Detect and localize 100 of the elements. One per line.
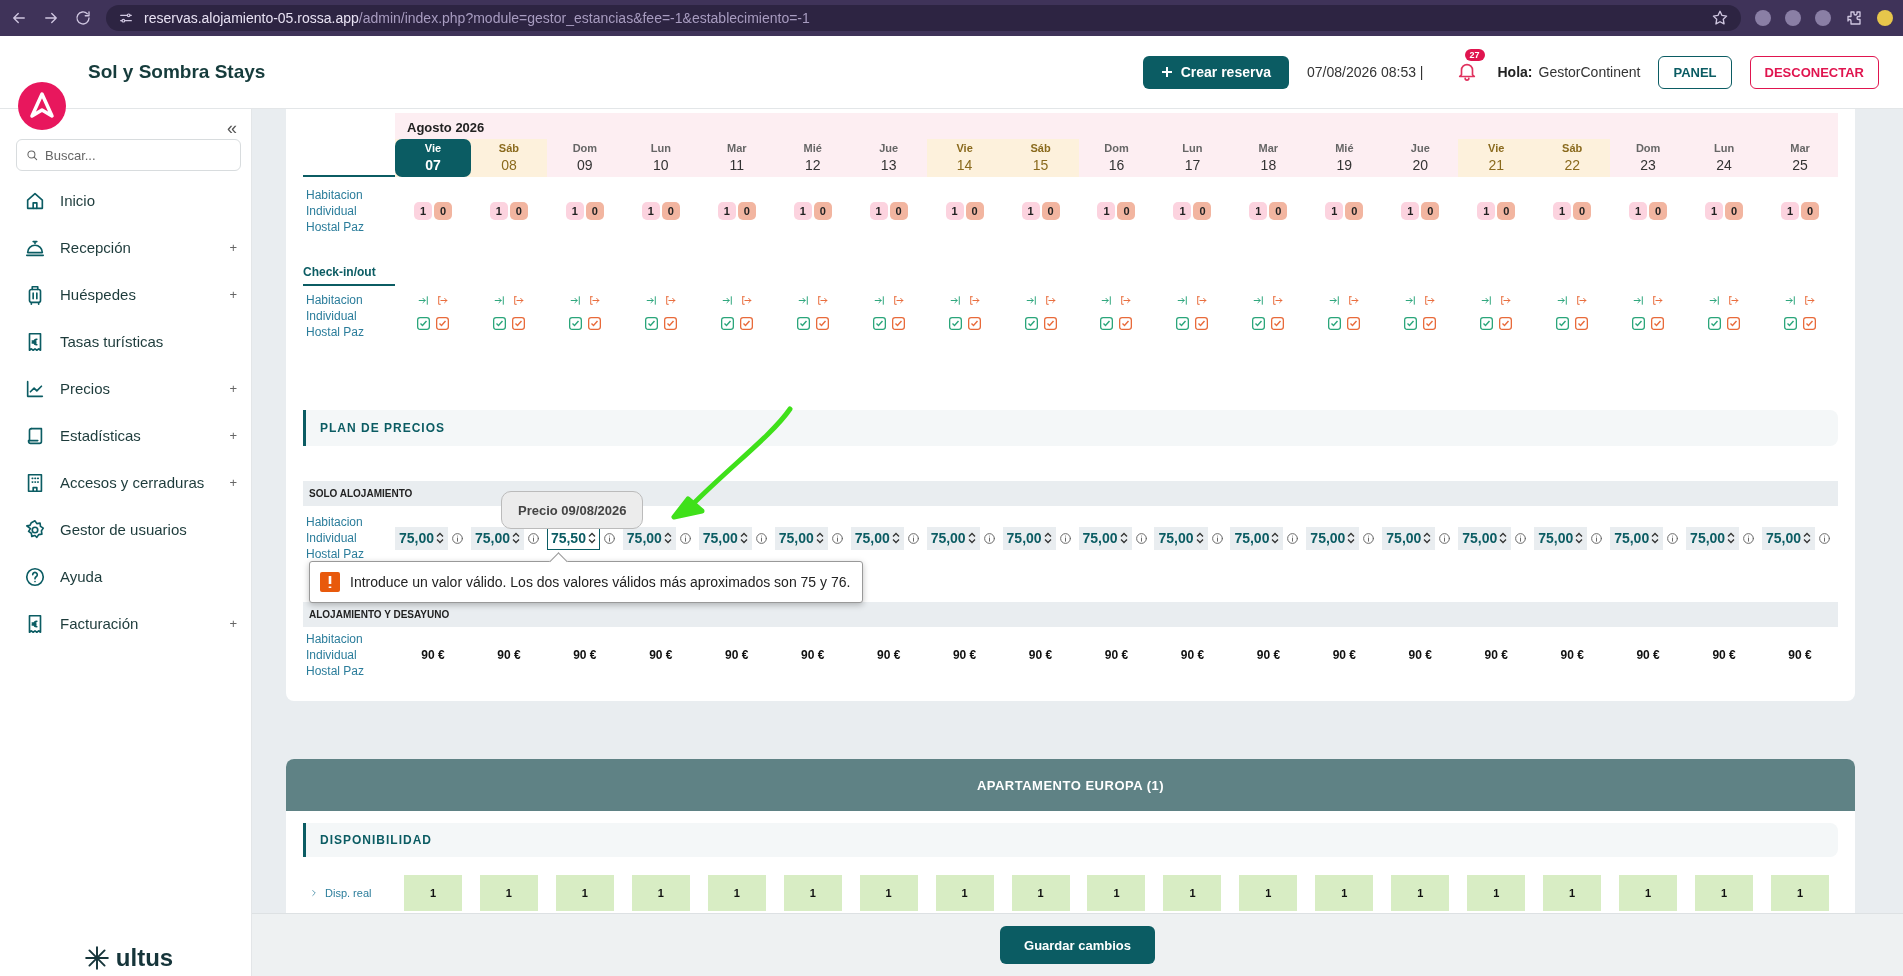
up-down-caret-icon[interactable] — [1651, 532, 1660, 544]
checkout-checkbox[interactable] — [663, 317, 677, 330]
price-field[interactable]: 75,00 — [1230, 526, 1284, 550]
checkout-checkbox[interactable] — [1575, 317, 1589, 330]
checkin-checkbox[interactable] — [1252, 317, 1266, 330]
price-field[interactable]: 75,00 — [1002, 526, 1056, 550]
up-down-caret-icon[interactable] — [512, 532, 520, 544]
extension-icon[interactable] — [1755, 10, 1771, 26]
extension-icon[interactable] — [1815, 10, 1831, 26]
price-field[interactable]: 75,00 — [470, 526, 524, 550]
up-down-caret-icon[interactable] — [663, 532, 672, 544]
checkout-checkbox[interactable] — [511, 317, 525, 330]
day-header[interactable]: Sáb 08 — [470, 139, 547, 177]
day-header[interactable]: Mié 12 — [774, 139, 851, 177]
up-down-caret-icon[interactable] — [1271, 532, 1280, 544]
day-header[interactable]: Lun 17 — [1154, 139, 1231, 177]
price-field[interactable]: 75,00 — [1534, 526, 1588, 550]
day-header[interactable]: Sáb 22 — [1534, 139, 1611, 177]
expand-toggle[interactable]: + — [229, 428, 241, 443]
day-header[interactable]: Dom 09 — [546, 139, 623, 177]
save-changes-button[interactable]: Guardar cambios — [1000, 926, 1155, 964]
up-down-caret-icon[interactable] — [739, 532, 748, 544]
checkin-checkbox[interactable] — [1100, 317, 1114, 330]
sidebar-item[interactable]: Recepción + — [16, 224, 241, 271]
up-down-caret-icon[interactable] — [1119, 532, 1128, 544]
expand-toggle[interactable]: + — [229, 616, 241, 631]
up-down-caret-icon[interactable] — [1727, 532, 1736, 544]
checkout-checkbox[interactable] — [1499, 317, 1513, 330]
expand-toggle[interactable]: + — [229, 287, 241, 302]
price-field[interactable]: 75,00 — [1306, 526, 1360, 550]
checkout-checkbox[interactable] — [1347, 317, 1361, 330]
checkout-checkbox[interactable] — [1043, 317, 1057, 330]
day-header[interactable]: Dom 16 — [1078, 139, 1155, 177]
search-field[interactable]: Buscar... — [16, 139, 241, 171]
sidebar-item[interactable]: Gestor de usuarios — [16, 506, 241, 553]
sidebar-item[interactable]: Facturación + — [16, 600, 241, 647]
checkin-checkbox[interactable] — [1708, 317, 1722, 330]
sidebar-item[interactable]: Inicio — [16, 177, 241, 224]
price-field[interactable]: 75,00 — [1382, 526, 1436, 550]
checkin-checkbox[interactable] — [1404, 317, 1418, 330]
checkin-checkbox[interactable] — [1024, 317, 1038, 330]
up-down-caret-icon[interactable] — [891, 532, 900, 544]
sidebar-item[interactable]: Estadísticas + — [16, 412, 241, 459]
checkout-checkbox[interactable] — [1423, 317, 1437, 330]
checkout-checkbox[interactable] — [815, 317, 829, 330]
price-field[interactable]: 75,00 — [698, 526, 752, 550]
checkin-checkbox[interactable] — [1480, 317, 1494, 330]
checkout-checkbox[interactable] — [1651, 317, 1665, 330]
up-down-caret-icon[interactable] — [1499, 532, 1508, 544]
checkin-checkbox[interactable] — [1784, 317, 1797, 330]
checkin-checkbox[interactable] — [568, 317, 582, 330]
up-down-caret-icon[interactable] — [967, 532, 976, 544]
panel-button[interactable]: PANEL — [1658, 55, 1732, 89]
day-header[interactable]: Mar 11 — [698, 139, 775, 177]
checkout-checkbox[interactable] — [1271, 317, 1285, 330]
expand-toggle[interactable]: + — [229, 240, 241, 255]
up-down-caret-icon[interactable] — [1575, 532, 1584, 544]
checkin-checkbox[interactable] — [948, 317, 962, 330]
expand-toggle[interactable]: + — [229, 381, 241, 396]
sidebar-item[interactable]: Precios + — [16, 365, 241, 412]
checkout-checkbox[interactable] — [587, 317, 601, 330]
day-header[interactable]: Vie 14 — [926, 139, 1003, 177]
price-field[interactable]: 75,00 — [395, 526, 449, 550]
checkout-checkbox[interactable] — [967, 317, 981, 330]
price-field[interactable]: 75,00 — [1686, 526, 1740, 550]
checkin-checkbox[interactable] — [720, 317, 734, 330]
up-down-caret-icon[interactable] — [1803, 532, 1812, 544]
checkin-checkbox[interactable] — [492, 317, 506, 330]
checkout-checkbox[interactable] — [435, 317, 449, 330]
price-field[interactable]: 75,00 — [1762, 526, 1816, 550]
address-bar[interactable]: reservas.alojamiento-05.rossa.app/admin/index.php?module=gestor_estancias&fee=-1&establecimiento=-1 — [106, 5, 1741, 31]
price-field[interactable]: 75,00 — [850, 526, 904, 550]
day-header[interactable]: Mar 25 — [1762, 139, 1838, 177]
day-header[interactable]: Sáb 15 — [1002, 139, 1079, 177]
sidebar-item[interactable]: Huéspedes + — [16, 271, 241, 318]
checkout-checkbox[interactable] — [1803, 317, 1816, 330]
up-down-caret-icon[interactable] — [1195, 532, 1204, 544]
profile-avatar[interactable] — [1877, 10, 1893, 26]
sidebar-item[interactable]: Tasas turísticas — [16, 318, 241, 365]
extension-icon[interactable] — [1785, 10, 1801, 26]
day-header[interactable]: Vie 21 — [1458, 139, 1535, 177]
price-field[interactable]: 75,00 — [1610, 526, 1664, 550]
checkout-checkbox[interactable] — [891, 317, 905, 330]
price-field[interactable]: 75,00 — [1078, 526, 1132, 550]
checkin-checkbox[interactable] — [1328, 317, 1342, 330]
price-field[interactable]: 75,00 — [1154, 526, 1208, 550]
day-header[interactable]: Mar 18 — [1230, 139, 1307, 177]
up-down-caret-icon[interactable] — [1423, 532, 1432, 544]
up-down-caret-icon[interactable] — [1043, 532, 1052, 544]
checkin-checkbox[interactable] — [796, 317, 810, 330]
day-header[interactable]: Mié 19 — [1306, 139, 1383, 177]
logout-button[interactable]: DESCONECTAR — [1749, 55, 1879, 89]
checkin-checkbox[interactable] — [1632, 317, 1646, 330]
checkout-checkbox[interactable] — [1195, 317, 1209, 330]
day-header[interactable]: Dom 23 — [1610, 139, 1687, 177]
sidebar-item[interactable]: Accesos y cerraduras + — [16, 459, 241, 506]
price-field[interactable]: 75,00 — [926, 526, 980, 550]
day-header[interactable]: Lun 10 — [622, 139, 699, 177]
day-header[interactable]: Jue 13 — [850, 139, 927, 177]
checkin-checkbox[interactable] — [872, 317, 886, 330]
